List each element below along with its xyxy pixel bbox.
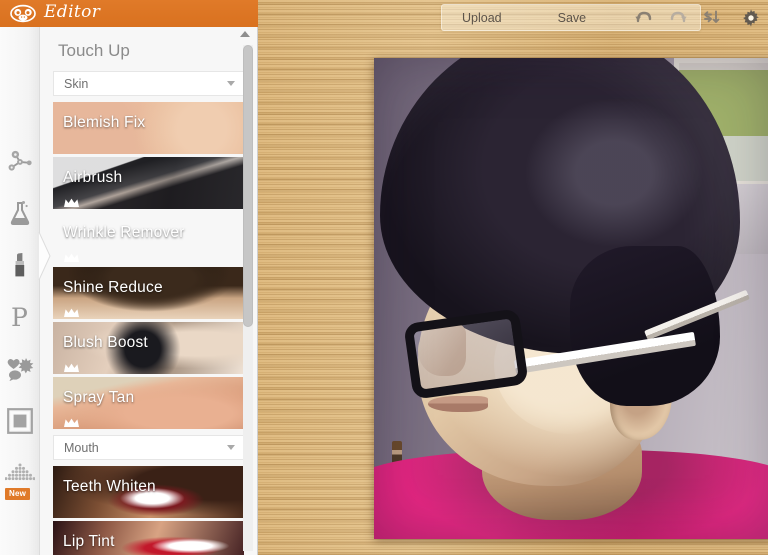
crown-icon bbox=[64, 195, 79, 207]
list-item-shine-reduce[interactable]: Shine Reduce bbox=[53, 267, 244, 319]
effect-label: Wrinkle Remover bbox=[63, 224, 185, 241]
editor-app: Upload Save Editor P New Touch Up Skin B… bbox=[0, 0, 768, 555]
scroll-up-arrow-icon[interactable] bbox=[240, 31, 250, 37]
crown-icon bbox=[64, 360, 79, 372]
speech-bubbles-overlays-icon bbox=[6, 357, 34, 381]
chevron-collapse-icon[interactable] bbox=[38, 231, 52, 281]
section-select-skin-label: Skin bbox=[64, 76, 89, 91]
brand-bar: Editor bbox=[0, 0, 258, 27]
list-item-spray-tan[interactable]: Spray Tan bbox=[53, 377, 244, 429]
effect-list-mouth: Teeth Whiten Lip Tint bbox=[53, 466, 244, 555]
square-frame-icon bbox=[7, 408, 33, 434]
effect-label: Shine Reduce bbox=[63, 279, 163, 296]
panel-scrollbar-thumb[interactable] bbox=[243, 45, 253, 327]
monkey-logo-icon bbox=[8, 4, 38, 23]
crown-icon bbox=[64, 415, 79, 427]
flask-effects-icon bbox=[9, 200, 31, 226]
crown-icon bbox=[64, 250, 79, 262]
effect-label: Blemish Fix bbox=[63, 114, 146, 131]
section-select-mouth-label: Mouth bbox=[64, 440, 99, 455]
lipstick-touch-up-icon bbox=[12, 252, 28, 278]
redo-arrow-icon[interactable] bbox=[668, 10, 688, 26]
tool-rail: P New bbox=[0, 27, 51, 555]
undo-arrow-icon[interactable] bbox=[634, 10, 654, 26]
photo-vignette bbox=[374, 58, 768, 539]
page-title: Touch Up bbox=[58, 41, 130, 60]
upload-button[interactable]: Upload bbox=[456, 11, 508, 25]
molecule-basic-edits-icon bbox=[7, 149, 33, 173]
new-badge: New bbox=[5, 488, 31, 500]
effect-label: Lip Tint bbox=[63, 533, 115, 550]
sidebar-item-text[interactable]: P bbox=[0, 291, 40, 343]
effect-label: Blush Boost bbox=[63, 334, 148, 351]
edited-portrait-photo[interactable] bbox=[374, 58, 768, 539]
brand-title: Editor bbox=[44, 2, 101, 22]
list-item-wrinkle-remover[interactable]: Wrinkle Remover bbox=[53, 212, 244, 264]
svg-text:P: P bbox=[11, 304, 28, 330]
list-item-lip-tint[interactable]: Lip Tint bbox=[53, 521, 244, 555]
effect-list-skin: Blemish Fix Airbrush Wrinkle Remover Shi… bbox=[53, 102, 244, 429]
sidebar-item-effects[interactable] bbox=[0, 187, 40, 239]
crown-icon bbox=[64, 305, 79, 317]
save-button[interactable]: Save bbox=[552, 11, 593, 25]
sidebar-item-overlays[interactable] bbox=[0, 343, 40, 395]
top-toolbar: Upload Save bbox=[441, 4, 759, 31]
list-item-blemish-fix[interactable]: Blemish Fix bbox=[53, 102, 244, 154]
section-select-skin[interactable]: Skin bbox=[53, 71, 244, 96]
list-item-airbrush[interactable]: Airbrush bbox=[53, 157, 244, 209]
sidebar-item-textures[interactable]: New bbox=[0, 447, 40, 500]
chevron-down-icon bbox=[227, 81, 235, 86]
sidebar-item-basic-edits[interactable] bbox=[0, 135, 40, 187]
effect-label: Airbrush bbox=[63, 169, 123, 186]
chevron-down-icon bbox=[227, 445, 235, 450]
list-item-teeth-whiten[interactable]: Teeth Whiten bbox=[53, 466, 244, 518]
list-item-blush-boost[interactable]: Blush Boost bbox=[53, 322, 244, 374]
effect-label: Teeth Whiten bbox=[63, 478, 156, 495]
letter-p-text-icon: P bbox=[10, 304, 30, 330]
textures-icon bbox=[5, 462, 35, 484]
section-select-mouth[interactable]: Mouth bbox=[53, 435, 244, 460]
sidebar-item-touch-up[interactable] bbox=[0, 239, 40, 291]
export-download-icon[interactable] bbox=[702, 10, 722, 26]
effect-label: Spray Tan bbox=[63, 389, 135, 406]
sidebar-item-frames[interactable] bbox=[0, 395, 40, 447]
gear-icon[interactable] bbox=[742, 8, 760, 27]
touch-up-panel: Touch Up Skin Blemish Fix Airbrush Wrink… bbox=[40, 27, 258, 555]
